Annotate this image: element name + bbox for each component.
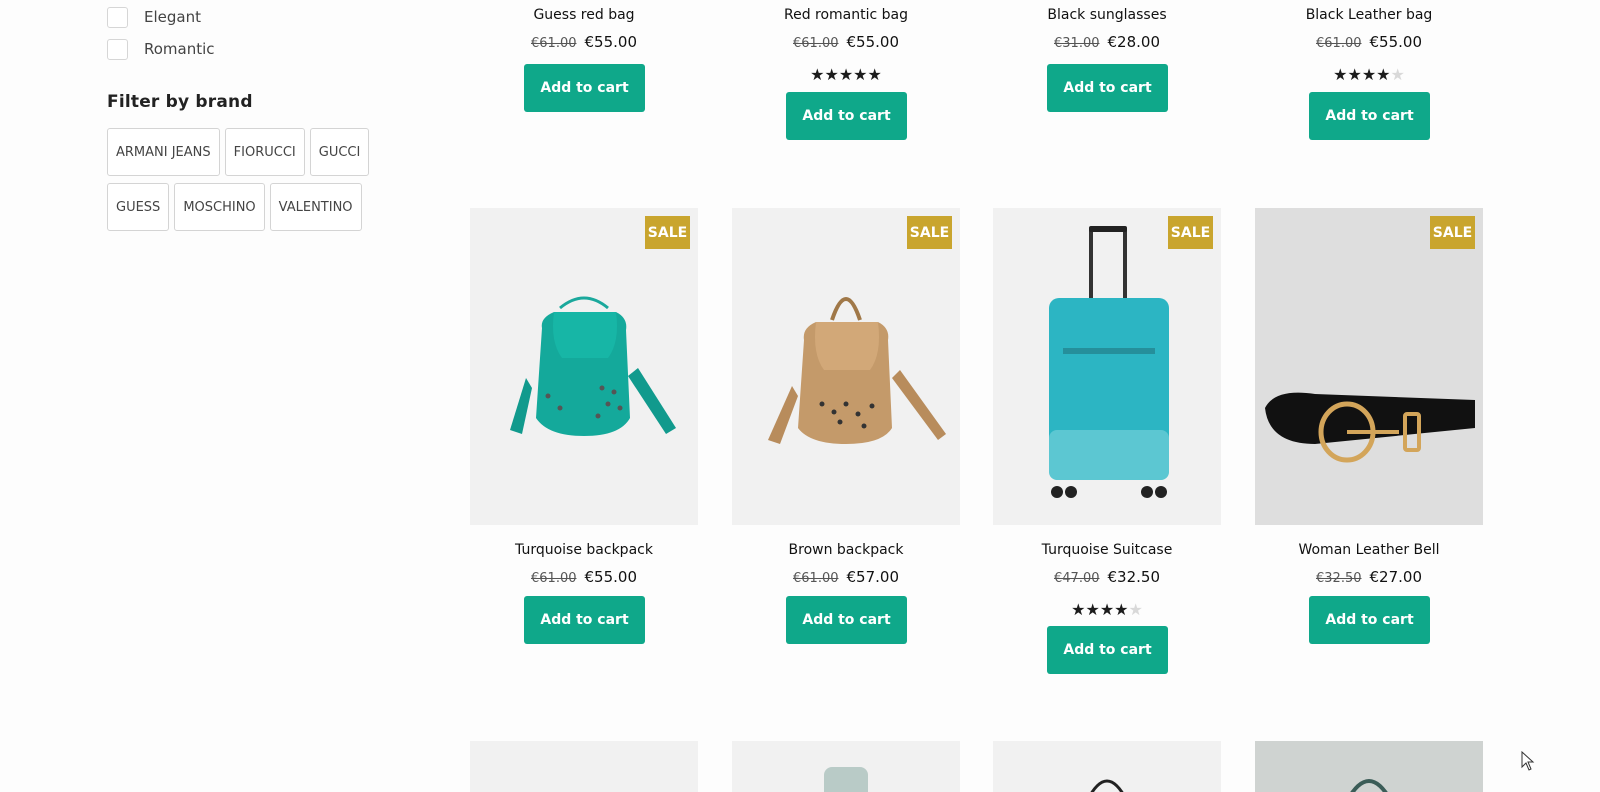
- product-image-turquoise-backpack[interactable]: SALE: [470, 208, 698, 525]
- old-price: €61.00: [531, 571, 577, 586]
- product-image-black-belt[interactable]: SALE: [1255, 208, 1483, 525]
- product-image-turquoise-suitcase[interactable]: SALE: [993, 208, 1221, 525]
- product-price: €61.00 €55.00: [470, 568, 698, 586]
- style-option-label: Elegant: [144, 8, 201, 26]
- sale-badge: SALE: [907, 216, 952, 249]
- star-filled-icon: ★: [867, 65, 882, 84]
- sale-price: €55.00: [846, 33, 900, 51]
- sale-price: €55.00: [584, 33, 638, 51]
- product-price: €61.00 €55.00: [470, 33, 698, 51]
- brand-tag-gucci[interactable]: GUCCI: [309, 128, 370, 176]
- add-to-cart-button[interactable]: Add to cart: [524, 596, 645, 644]
- product-name[interactable]: Turquoise Suitcase: [993, 542, 1221, 558]
- product-image[interactable]: [470, 741, 698, 792]
- add-to-cart-button[interactable]: Add to cart: [1309, 596, 1430, 644]
- sale-price: €32.50: [1107, 568, 1161, 586]
- add-to-cart-button[interactable]: Add to cart: [1309, 92, 1430, 140]
- star-filled-icon: ★: [853, 65, 868, 84]
- sale-badge: SALE: [645, 216, 690, 249]
- old-price: €32.50: [1316, 571, 1362, 586]
- sale-price: €27.00: [1369, 568, 1423, 586]
- sale-price: €55.00: [584, 568, 638, 586]
- brand-tag-guess[interactable]: GUESS: [107, 183, 170, 231]
- brand-tag-valentino[interactable]: VALENTINO: [269, 183, 362, 231]
- add-to-cart-button[interactable]: Add to cart: [786, 596, 907, 644]
- product-price: €61.00 €55.00: [1255, 33, 1483, 51]
- product-name[interactable]: Brown backpack: [732, 542, 960, 558]
- add-to-cart-button[interactable]: Add to cart: [1047, 64, 1168, 112]
- star-rating: ★★★★★: [732, 66, 960, 84]
- product-name[interactable]: Woman Leather Bell: [1255, 542, 1483, 558]
- brand-tag-moschino[interactable]: MOSCHINO: [174, 183, 265, 231]
- star-filled-icon: ★: [1347, 65, 1362, 84]
- product-image-brown-backpack[interactable]: SALE: [732, 208, 960, 525]
- product-name[interactable]: Turquoise backpack: [470, 542, 698, 558]
- brand-tag-armani-jeans[interactable]: ARMANI JEANS: [107, 128, 220, 176]
- old-price: €61.00: [793, 571, 839, 586]
- add-to-cart-button[interactable]: Add to cart: [524, 64, 645, 112]
- style-option-elegant[interactable]: Elegant: [107, 1, 397, 33]
- star-filled-icon: ★: [810, 65, 825, 84]
- star-filled-icon: ★: [838, 65, 854, 84]
- product-price: €47.00 €32.50: [993, 568, 1221, 586]
- product-price: €61.00 €55.00: [732, 33, 960, 51]
- sale-price: €57.00: [846, 568, 900, 586]
- star-filled-icon: ★: [1376, 65, 1391, 84]
- star-filled-icon: ★: [1361, 65, 1377, 84]
- sidebar: Elegant Romantic Filter by brand ARMANI …: [107, 0, 397, 231]
- star-filled-icon: ★: [1099, 600, 1115, 619]
- old-price: €61.00: [1316, 36, 1362, 51]
- product-name[interactable]: Black sunglasses: [993, 7, 1221, 23]
- product-price: €31.00 €28.00: [993, 33, 1221, 51]
- star-filled-icon: ★: [1085, 600, 1100, 619]
- star-filled-icon: ★: [1114, 600, 1129, 619]
- sale-price: €28.00: [1107, 33, 1161, 51]
- add-to-cart-button[interactable]: Add to cart: [1047, 626, 1168, 674]
- product-image[interactable]: [732, 741, 960, 792]
- old-price: €61.00: [793, 36, 839, 51]
- mouse-cursor-icon: [1521, 751, 1535, 771]
- style-option-label: Romantic: [144, 40, 215, 58]
- product-price: €32.50 €27.00: [1255, 568, 1483, 586]
- sale-price: €55.00: [1369, 33, 1423, 51]
- product-price: €61.00 €57.00: [732, 568, 960, 586]
- star-empty-icon: ★: [1390, 65, 1405, 84]
- sale-badge: SALE: [1168, 216, 1213, 249]
- checkbox[interactable]: [107, 38, 128, 60]
- star-filled-icon: ★: [824, 65, 839, 84]
- brand-tag-fiorucci[interactable]: FIORUCCI: [224, 128, 305, 176]
- star-rating: ★★★★★: [1255, 66, 1483, 84]
- old-price: €61.00: [531, 36, 577, 51]
- product-image[interactable]: [993, 741, 1221, 792]
- add-to-cart-button[interactable]: Add to cart: [786, 92, 907, 140]
- star-empty-icon: ★: [1128, 600, 1143, 619]
- product-name[interactable]: Black Leather bag: [1255, 7, 1483, 23]
- old-price: €47.00: [1054, 571, 1100, 586]
- checkbox[interactable]: [107, 6, 128, 28]
- product-image[interactable]: [1255, 741, 1483, 792]
- style-option-romantic[interactable]: Romantic: [107, 33, 397, 65]
- star-filled-icon: ★: [1333, 65, 1348, 84]
- sale-badge: SALE: [1430, 216, 1475, 249]
- product-name[interactable]: Red romantic bag: [732, 7, 960, 23]
- style-filter-list: Elegant Romantic: [107, 1, 397, 65]
- star-rating: ★★★★★: [993, 601, 1221, 619]
- brand-filter-title: Filter by brand: [107, 92, 253, 112]
- star-filled-icon: ★: [1071, 600, 1086, 619]
- brand-tag-list: ARMANI JEANS FIORUCCI GUCCI GUESS MOSCHI…: [107, 128, 397, 231]
- old-price: €31.00: [1054, 36, 1100, 51]
- product-name[interactable]: Guess red bag: [470, 7, 698, 23]
